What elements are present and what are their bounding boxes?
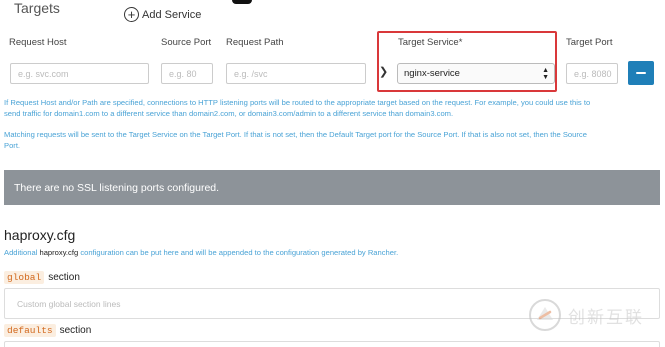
help-text-matching-1: Matching requests will be sent to the Ta… [4,130,587,139]
ssl-empty-banner: There are no SSL listening ports configu… [4,170,660,205]
defaults-section-textarea[interactable] [4,341,660,347]
global-section-label: global section [4,271,80,284]
top-dark-shape [232,0,252,4]
minus-icon [636,71,646,75]
source-port-input[interactable]: e.g. 80 [161,63,213,84]
help-text-routing-1: If Request Host and/or Path are specifie… [4,98,591,107]
help-text-matching-2: Port. [4,141,21,150]
select-arrows-icon: ▲ ▼ [542,67,549,81]
defaults-code-tag: defaults [4,324,56,337]
chevron-right-icon: ❯ [379,66,389,78]
haproxy-desc-suffix: configuration can be put here and will b… [80,248,399,257]
target-port-input[interactable]: e.g. 8080 [566,63,618,84]
haproxy-desc-code: haproxy.cfg [39,248,79,257]
column-header-target-service: Target Service* [398,37,463,48]
target-service-value: nginx-service [404,68,460,79]
request-path-input[interactable]: e.g. /svc [226,63,366,84]
add-service-button[interactable]: + Add Service [124,7,201,22]
column-header-source-port: Source Port [161,37,212,48]
add-service-label: Add Service [142,8,202,21]
global-code-tag: global [4,271,45,284]
column-header-request-host: Request Host [9,37,67,48]
target-service-select[interactable]: nginx-service ▲ ▼ [397,63,555,84]
haproxy-description: Additional haproxy.cfg configuration can… [4,248,398,257]
watermark-text: 创新互联 [568,307,644,328]
column-header-request-path: Request Path [226,37,284,48]
global-section-suffix: section [48,272,80,283]
haproxy-desc-prefix: Additional [4,248,38,257]
remove-rule-button[interactable] [628,61,654,85]
request-host-input[interactable]: e.g. svc.com [10,63,149,84]
column-header-target-port: Target Port [566,37,613,48]
defaults-section-suffix: section [59,325,92,336]
ssl-empty-message: There are no SSL listening ports configu… [14,181,220,194]
watermark-logo-icon [529,299,561,331]
help-text-routing-2: send traffic for domain1.com to a differ… [4,109,454,118]
section-title-targets: Targets [14,0,60,16]
watermark: 创新互联 [528,298,644,332]
plus-circle-icon: + [124,7,139,22]
haproxy-title: haproxy.cfg [4,227,76,243]
defaults-section-label: defaults section [4,324,91,337]
